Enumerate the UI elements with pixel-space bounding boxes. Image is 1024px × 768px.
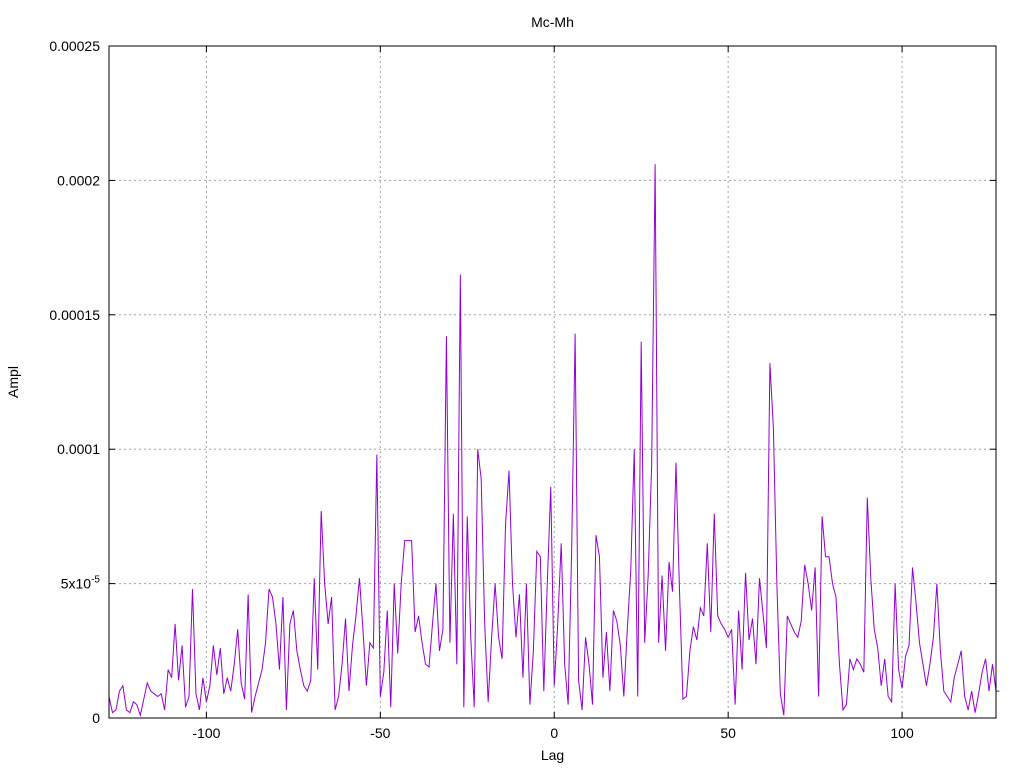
grid — [109, 46, 996, 718]
y-tick-label-base: 5x10 — [61, 576, 92, 592]
y-tick-label: 5x10-5 — [61, 575, 101, 592]
x-tick-label: -50 — [370, 725, 390, 741]
x-tick-label: 0 — [550, 725, 558, 741]
x-tick-label: -100 — [192, 725, 220, 741]
chart: Mc-Mh Lag Ampl -100 -50 0 50 100 0 5x10-5 0.00… — [5, 14, 1000, 763]
y-tick-label-exponent: -5 — [91, 575, 100, 586]
y-tick-label: 0.00015 — [49, 307, 100, 323]
y-tick-label: 0 — [92, 710, 100, 726]
y-tick-labels: 0 5x10-5 0.0001 0.00015 0.0002 0.00025 — [49, 38, 100, 726]
y-tick-label: 0.0001 — [57, 441, 100, 457]
y-tick-label: 0.00025 — [49, 38, 100, 54]
y-tick-label: 0.0002 — [57, 172, 100, 188]
x-tick-labels: -100 -50 0 50 100 — [192, 725, 914, 741]
y-axis-label: Ampl — [5, 366, 21, 398]
x-axis-label: Lag — [541, 747, 564, 763]
chart-title: Mc-Mh — [531, 14, 574, 30]
axis-ticks — [109, 45, 996, 719]
x-tick-label: 50 — [720, 725, 736, 741]
x-tick-label: 100 — [890, 725, 914, 741]
plot-frame — [108, 45, 997, 719]
